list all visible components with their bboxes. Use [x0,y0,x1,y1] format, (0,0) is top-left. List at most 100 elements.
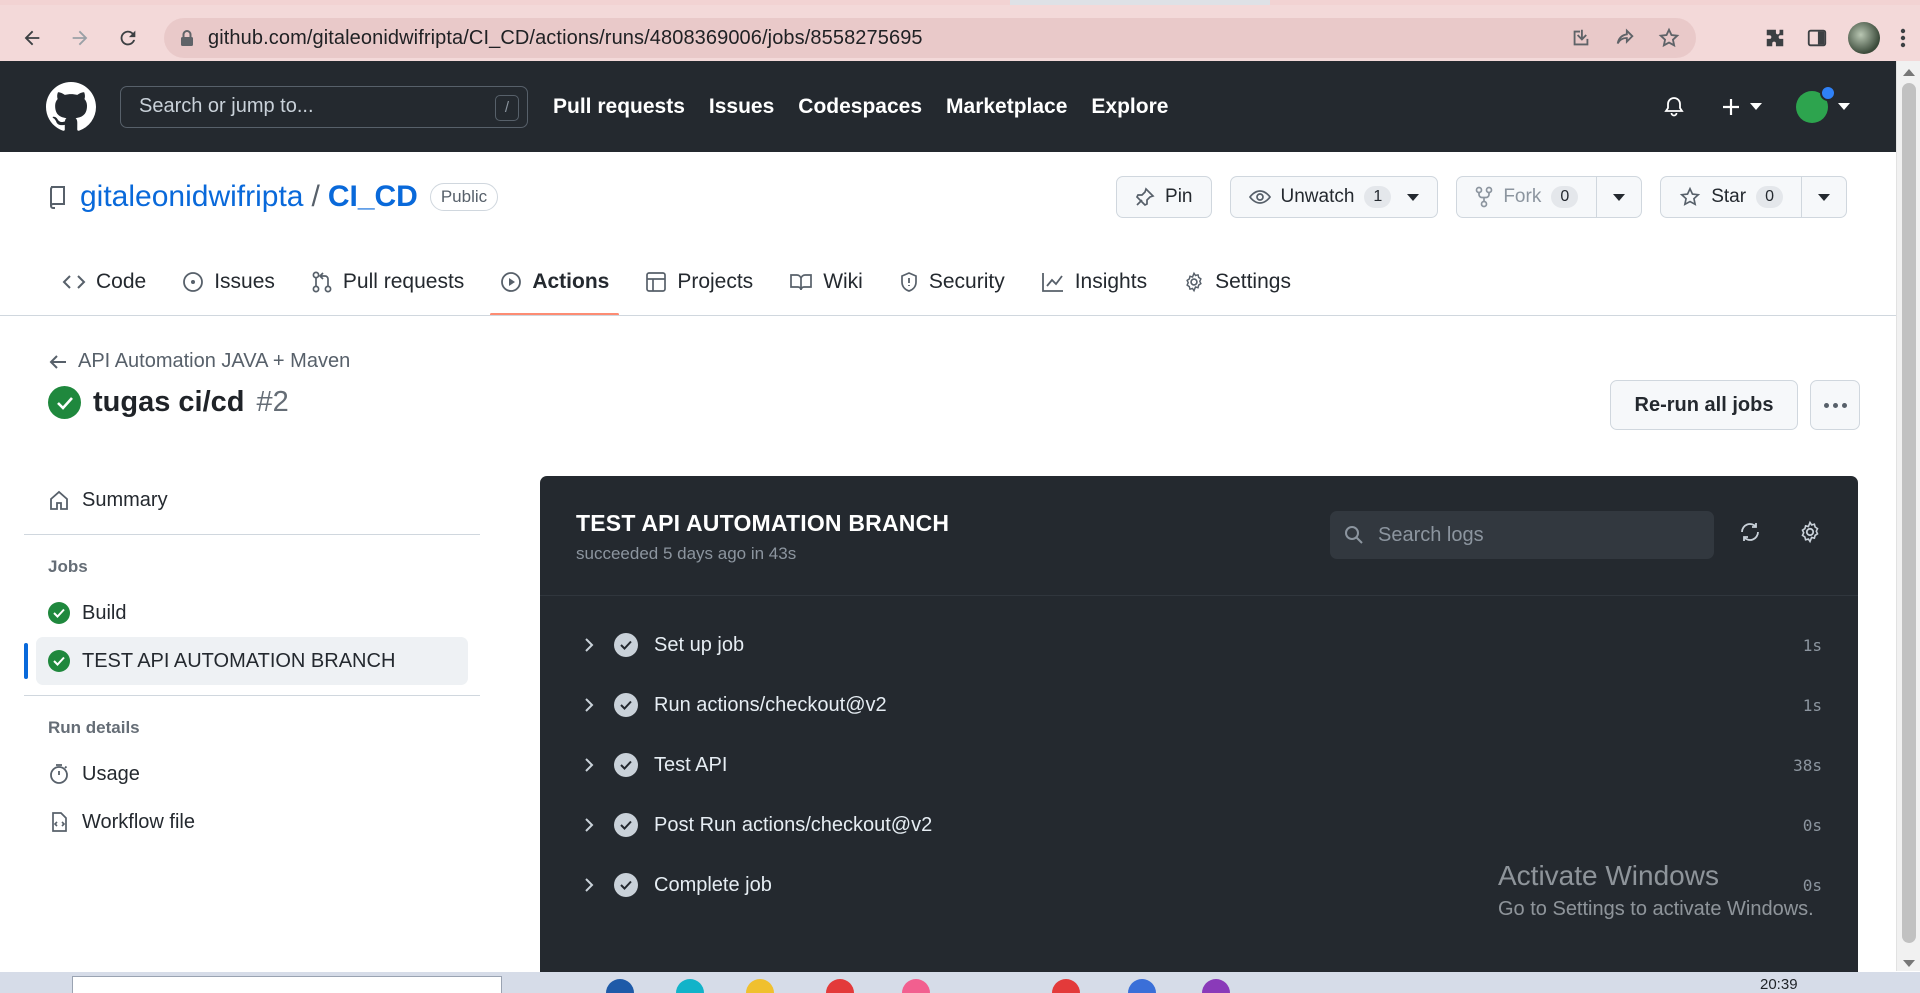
taskbar-app-icon[interactable] [1128,979,1156,993]
global-search-input[interactable]: Search or jump to... / [120,85,528,128]
job-step[interactable]: Post Run actions/checkout@v2 0s [540,795,1858,855]
more-options-button[interactable] [1810,380,1860,430]
sidebar-item-job-test-api[interactable]: TEST API AUTOMATION BRANCH [24,637,468,685]
tab-settings[interactable]: Settings [1165,260,1309,304]
tab-wiki[interactable]: Wiki [771,260,881,304]
watermark-title: Activate Windows [1498,860,1719,891]
chevron-right-icon [585,878,594,892]
pull-request-icon [312,271,332,293]
bookmark-star-icon[interactable] [1658,27,1680,49]
workflow-name: API Automation JAVA + Maven [78,350,351,372]
watch-button[interactable]: Unwatch 1 [1229,176,1439,218]
taskbar-app-icon[interactable] [902,979,930,993]
sidebar-divider [24,695,480,696]
run-title: tugas ci/cd #2 [48,386,289,419]
file-code-icon [52,812,67,832]
sidebar-item-workflow-file[interactable]: Workflow file [24,798,480,846]
search-shortcut-key: / [495,94,519,121]
pin-button[interactable]: Pin [1116,176,1212,218]
notifications-bell-icon[interactable] [1662,95,1686,119]
github-logo-icon[interactable] [46,81,96,132]
taskbar-app-icon[interactable] [1202,979,1230,993]
gear-icon[interactable] [1798,520,1822,544]
workflow-back-link[interactable]: API Automation JAVA + Maven [48,350,350,373]
repo-owner-link[interactable]: gitaleonidwifripta [80,180,303,214]
sidebar-item-label: Build [82,601,127,624]
success-check-icon [48,602,70,624]
sidebar-item-usage[interactable]: Usage [24,750,480,798]
gear-icon [1186,271,1202,293]
user-menu[interactable] [1796,84,1850,123]
fork-label: Fork [1503,186,1542,207]
tab-label: Insights [1074,270,1148,293]
tab-label: Actions [532,270,610,293]
browser-menu-icon[interactable] [1900,27,1906,49]
sidebar-item-label: Summary [82,488,168,511]
job-step[interactable]: Set up job 1s [540,615,1858,675]
step-label: Set up job [654,633,745,656]
taskbar-app-icon[interactable] [1052,979,1080,993]
repo-separator: / [311,180,320,213]
address-bar[interactable]: github.com/gitaleonidwifripta/CI_CD/acti… [164,18,1696,58]
table-icon [646,272,667,292]
watermark-subtitle: Go to Settings to activate Windows. [1498,898,1814,920]
success-check-icon [48,650,70,672]
rerun-all-jobs-button[interactable]: Re-run all jobs [1610,380,1798,430]
scroll-up-icon[interactable] [1903,69,1915,76]
profile-avatar[interactable] [1848,22,1880,54]
taskbar-app-icon[interactable] [826,979,854,993]
watch-label: Unwatch [1280,186,1355,207]
arrow-left-icon [49,354,66,369]
share-icon[interactable] [1614,27,1636,49]
install-icon[interactable] [1570,27,1592,49]
step-success-icon [614,693,638,717]
tab-actions[interactable]: Actions [482,260,627,316]
jobs-heading: Jobs [48,557,88,576]
book-icon [790,274,813,291]
step-duration: 0s [1802,815,1822,835]
tab-security[interactable]: Security [881,260,1023,304]
step-success-icon [614,813,638,837]
star-dropdown[interactable] [1802,177,1846,217]
refresh-icon[interactable] [1738,520,1762,544]
repo-name-link[interactable]: CI_CD [328,180,418,214]
play-icon [501,272,522,292]
nav-marketplace[interactable]: Marketplace [946,95,1067,119]
taskbar-app-icon[interactable] [746,979,774,993]
star-count: 0 [1756,186,1783,208]
scrollbar-thumb[interactable] [1902,83,1916,943]
sidebar-item-job-build[interactable]: Build [24,589,480,637]
step-success-icon [614,633,638,657]
nav-issues[interactable]: Issues [709,95,774,119]
plus-icon [1723,98,1739,115]
star-button[interactable]: Star 0 [1660,176,1847,218]
step-duration: 1s [1802,695,1822,715]
extensions-icon[interactable] [1764,27,1786,49]
page-scrollbar[interactable] [1896,61,1920,971]
side-panel-icon[interactable] [1806,27,1828,49]
search-logs-input[interactable]: Search logs [1330,511,1714,559]
tab-projects[interactable]: Projects [627,260,771,304]
taskbar-app-icon[interactable] [676,979,704,993]
taskbar-search-box[interactable] [72,976,502,993]
fork-dropdown[interactable] [1597,177,1641,217]
create-new-dropdown[interactable] [1720,96,1762,118]
reload-icon[interactable] [108,18,148,58]
sidebar-item-summary[interactable]: Summary [24,476,480,524]
taskbar-app-icon[interactable] [606,979,634,993]
nav-explore[interactable]: Explore [1091,95,1168,119]
tab-label: Code [96,270,147,293]
nav-codespaces[interactable]: Codespaces [798,95,922,119]
nav-pull-requests[interactable]: Pull requests [553,95,685,119]
back-icon[interactable] [12,18,52,58]
fork-button[interactable]: Fork 0 [1456,176,1643,218]
job-step[interactable]: Test API 38s [540,735,1858,795]
forward-icon[interactable] [60,18,100,58]
job-step[interactable]: Run actions/checkout@v2 1s [540,675,1858,735]
tab-code[interactable]: Code [44,260,164,304]
tab-issues[interactable]: Issues [164,260,293,304]
scroll-down-icon[interactable] [1903,960,1915,967]
pin-label: Pin [1165,186,1193,207]
tab-insights[interactable]: Insights [1023,260,1165,304]
tab-pull-requests[interactable]: Pull requests [293,260,482,304]
